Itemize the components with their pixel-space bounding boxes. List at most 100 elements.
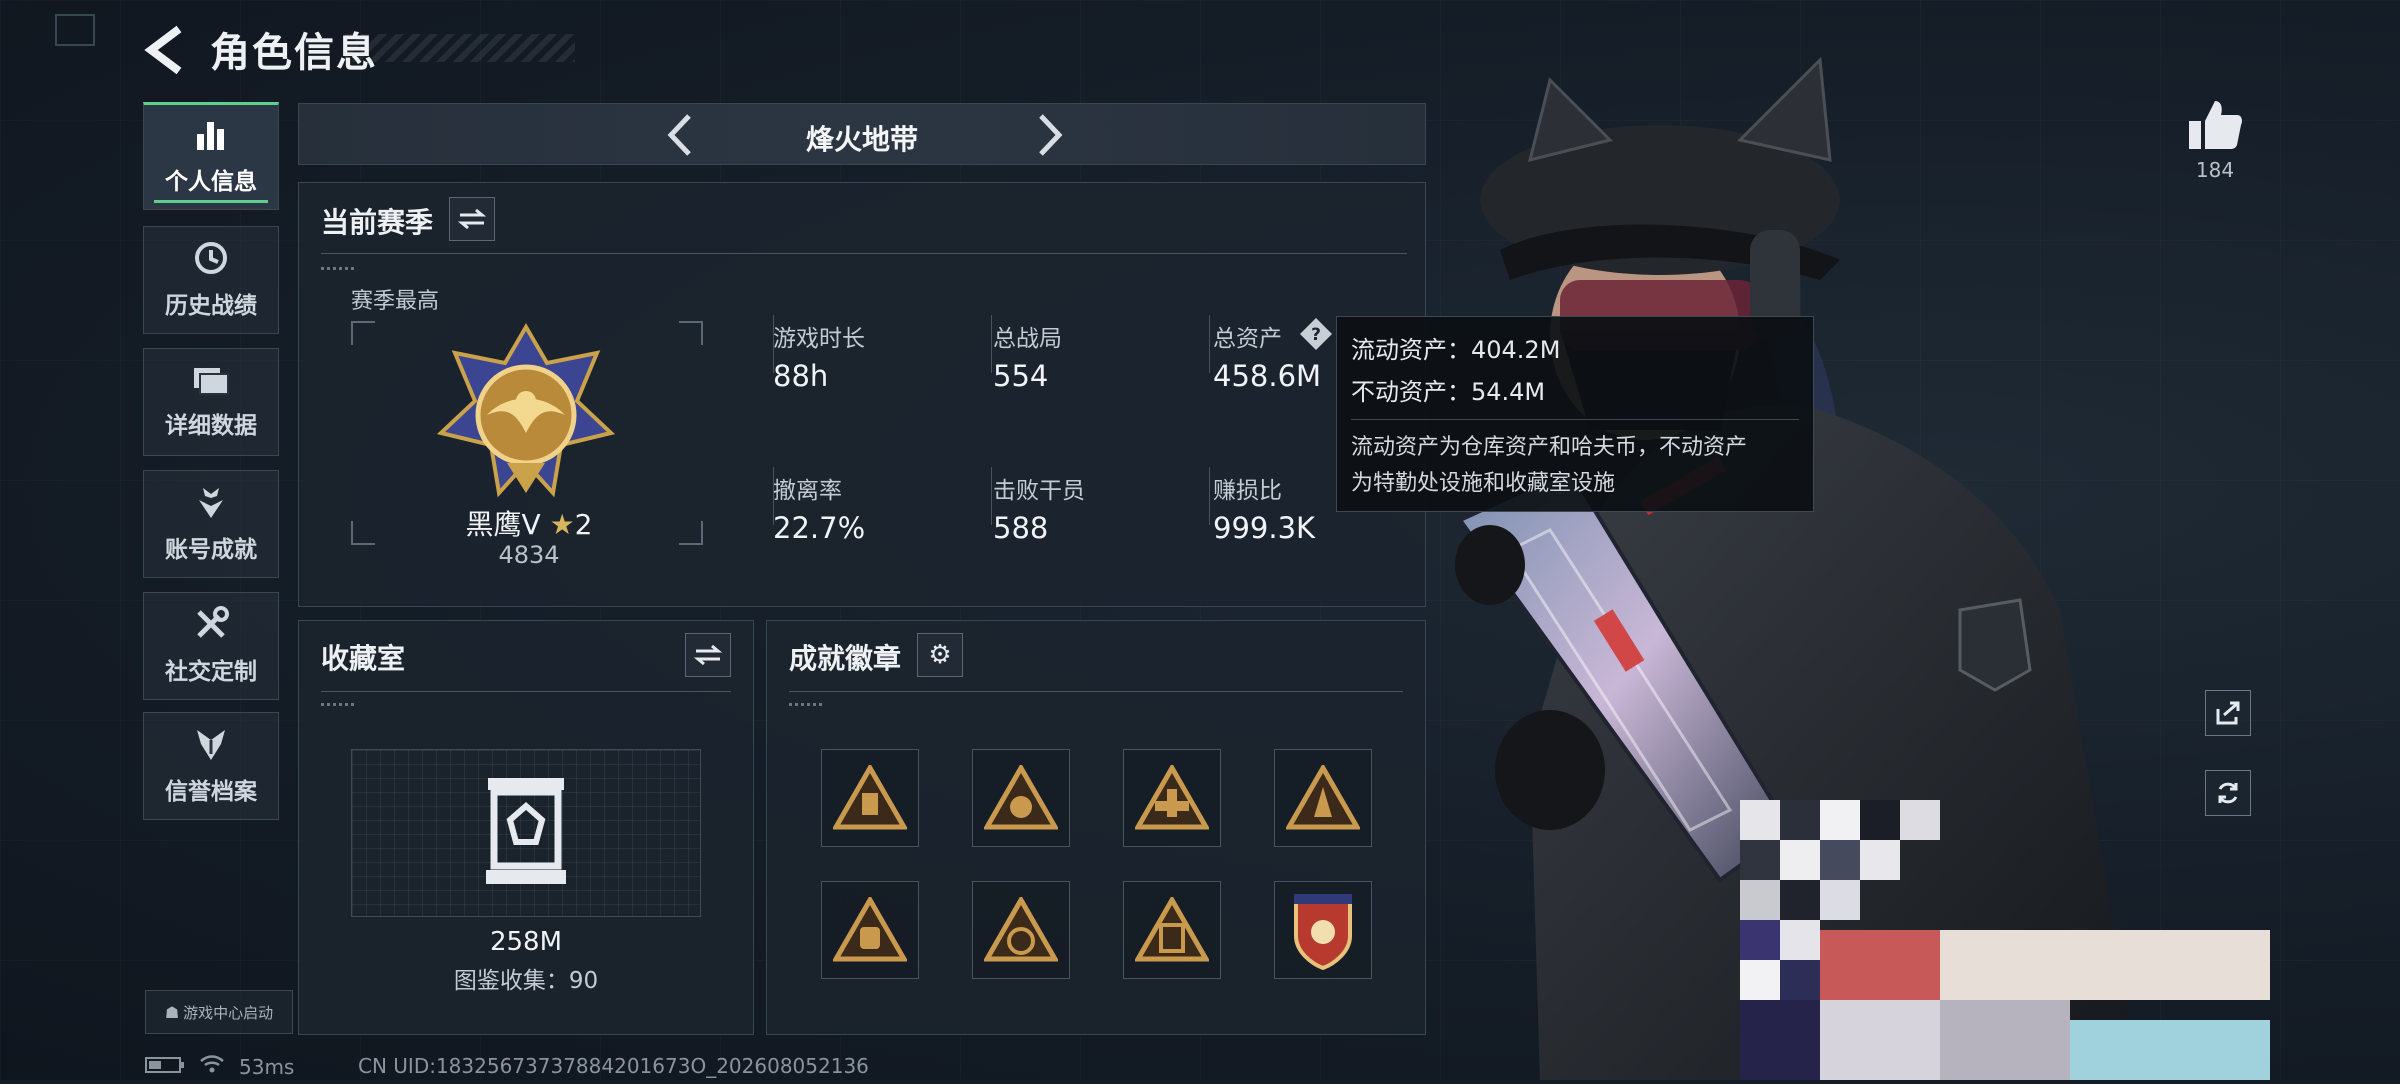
badge-slot[interactable] bbox=[821, 749, 919, 847]
divider bbox=[789, 691, 1403, 692]
stat-divider bbox=[1209, 315, 1210, 373]
badge-settings-button[interactable]: ⚙ bbox=[917, 633, 963, 677]
refresh-icon bbox=[2218, 782, 2238, 804]
collection-showcase[interactable] bbox=[351, 749, 701, 917]
folder-icon bbox=[194, 368, 229, 395]
stat-value-kills: 588 bbox=[993, 511, 1049, 545]
nav-item-personal-info[interactable]: 个人信息 bbox=[143, 102, 279, 210]
reputation-icon bbox=[197, 730, 225, 760]
nav-label: 个人信息 bbox=[165, 169, 257, 195]
nav-item-reputation[interactable]: 信誉档案 bbox=[143, 712, 279, 820]
tooltip-liquid-assets: 流动资产：404.2M bbox=[1351, 336, 1561, 364]
star-icon: ★ bbox=[549, 508, 575, 541]
rank-score: 4834 bbox=[498, 541, 560, 569]
stat-value-profit-ratio: 999.3K bbox=[1213, 511, 1316, 545]
stat-divider bbox=[1209, 467, 1210, 525]
chevron-right-icon bbox=[1039, 114, 1063, 156]
frame-corner bbox=[679, 521, 703, 545]
mode-name: 烽火地带 bbox=[805, 123, 918, 156]
battery-icon bbox=[145, 1055, 185, 1079]
status-bar: 53ms bbox=[145, 1054, 294, 1079]
dash-decoration bbox=[321, 267, 355, 270]
tooltip-description-line: 为特勤处设施和收藏室设施 bbox=[1351, 471, 1616, 496]
tooltip-fixed-assets: 不动资产：54.4M bbox=[1351, 378, 1546, 406]
tooltip-divider bbox=[1351, 419, 1799, 420]
divider bbox=[321, 691, 731, 692]
stat-value-matches: 554 bbox=[993, 359, 1049, 393]
nav-label: 账号成就 bbox=[165, 537, 257, 563]
catalog-count: 图鉴收集：90 bbox=[453, 968, 599, 994]
game-center-icon: ☗ bbox=[164, 1002, 180, 1022]
rank-emblem-icon bbox=[436, 323, 616, 503]
rank-stars: 2 bbox=[574, 508, 593, 541]
corner-decoration bbox=[55, 14, 95, 46]
badge-slot[interactable] bbox=[972, 749, 1070, 847]
season-best-label: 赛季最高 bbox=[351, 289, 440, 314]
game-center-label: 游戏中心启动 bbox=[183, 1003, 274, 1022]
achievement-badge-icon bbox=[1286, 765, 1360, 830]
tooltip-description-line: 流动资产为仓库资产和哈夫币，不动资产 bbox=[1351, 435, 1748, 460]
nav-item-history[interactable]: 历史战绩 bbox=[143, 226, 279, 334]
wifi-icon bbox=[199, 1054, 225, 1079]
rank-name: 黑鹰Ⅴ bbox=[465, 508, 541, 541]
badge-slot[interactable] bbox=[1274, 749, 1372, 847]
stat-divider bbox=[991, 467, 992, 525]
nav-label: 详细数据 bbox=[165, 413, 257, 439]
stat-label-kills: 击败干员 bbox=[993, 478, 1085, 504]
nav-item-achievements[interactable]: 账号成就 bbox=[143, 470, 279, 578]
achievement-icon bbox=[199, 488, 223, 518]
collection-value: 258M bbox=[489, 927, 563, 957]
badge-slot[interactable] bbox=[1123, 881, 1221, 979]
badge-slot[interactable] bbox=[1123, 749, 1221, 847]
title-stripe-decoration bbox=[345, 34, 575, 62]
nav-label: 信誉档案 bbox=[165, 779, 257, 805]
back-button[interactable] bbox=[140, 22, 190, 78]
dash-decoration bbox=[789, 703, 823, 706]
badge-slot[interactable] bbox=[972, 881, 1070, 979]
tools-icon bbox=[197, 606, 229, 638]
next-mode-button[interactable] bbox=[1023, 110, 1073, 160]
game-center-launch-button[interactable]: ☗ 游戏中心启动 bbox=[145, 990, 293, 1034]
season-switch-button[interactable] bbox=[449, 197, 495, 241]
collection-switch-button[interactable] bbox=[685, 633, 731, 677]
nav-item-social[interactable]: 社交定制 bbox=[143, 592, 279, 700]
frame-corner bbox=[351, 521, 375, 545]
achievement-badge-icon bbox=[1135, 897, 1209, 962]
stat-label-playtime: 游戏时长 bbox=[773, 326, 865, 352]
asset-tooltip: 流动资产：404.2M 不动资产：54.4M 流动资产为仓库资产和哈夫币，不动资… bbox=[1336, 316, 1814, 512]
season-title: 当前赛季 bbox=[321, 206, 434, 239]
share-button[interactable] bbox=[2205, 690, 2251, 736]
asset-help-icon[interactable]: ? bbox=[1299, 317, 1332, 350]
frame-corner bbox=[351, 321, 375, 345]
back-arrow-icon bbox=[144, 25, 182, 75]
frame-corner bbox=[679, 321, 703, 345]
collection-panel: 收藏室 258M 图鉴收集：90 bbox=[298, 620, 754, 1035]
swap-icon bbox=[458, 208, 486, 230]
nav-label: 历史战绩 bbox=[165, 293, 257, 319]
season-panel: 当前赛季 赛季最高 黑鹰Ⅴ ★2 4834 游戏时长 88h 总战局 554 总… bbox=[298, 182, 1426, 607]
stat-label-extraction-rate: 撤离率 bbox=[773, 478, 842, 504]
like-count: 184 bbox=[2195, 158, 2235, 182]
svg-text:?: ? bbox=[1311, 325, 1321, 345]
like-button[interactable] bbox=[2185, 95, 2245, 155]
badge-slot[interactable] bbox=[1274, 881, 1372, 979]
badge-slot[interactable] bbox=[821, 881, 919, 979]
rank-title: 黑鹰Ⅴ ★2 bbox=[399, 503, 659, 543]
refresh-button[interactable] bbox=[2205, 770, 2251, 816]
bar-chart-icon bbox=[197, 122, 224, 150]
stat-value-extraction-rate: 22.7% bbox=[773, 511, 866, 545]
nav-label: 社交定制 bbox=[165, 659, 257, 685]
dash-decoration bbox=[321, 703, 355, 706]
badges-title: 成就徽章 bbox=[789, 642, 902, 675]
achievement-badge-icon bbox=[1135, 765, 1209, 830]
share-icon bbox=[2216, 701, 2240, 725]
collection-title: 收藏室 bbox=[321, 642, 406, 675]
stat-label-profit-ratio: 赚损比 bbox=[1213, 478, 1282, 504]
achievement-badge-icon bbox=[984, 765, 1058, 830]
achievement-badge-icon bbox=[984, 897, 1058, 962]
nav-item-detailed-data[interactable]: 详细数据 bbox=[143, 348, 279, 456]
thumbs-up-icon bbox=[2189, 101, 2242, 149]
user-uid: CN UID:18325673737884201673O_20260805213… bbox=[358, 1054, 869, 1078]
display-case-icon bbox=[486, 778, 566, 884]
mode-selector: 烽火地带 bbox=[298, 103, 1426, 165]
